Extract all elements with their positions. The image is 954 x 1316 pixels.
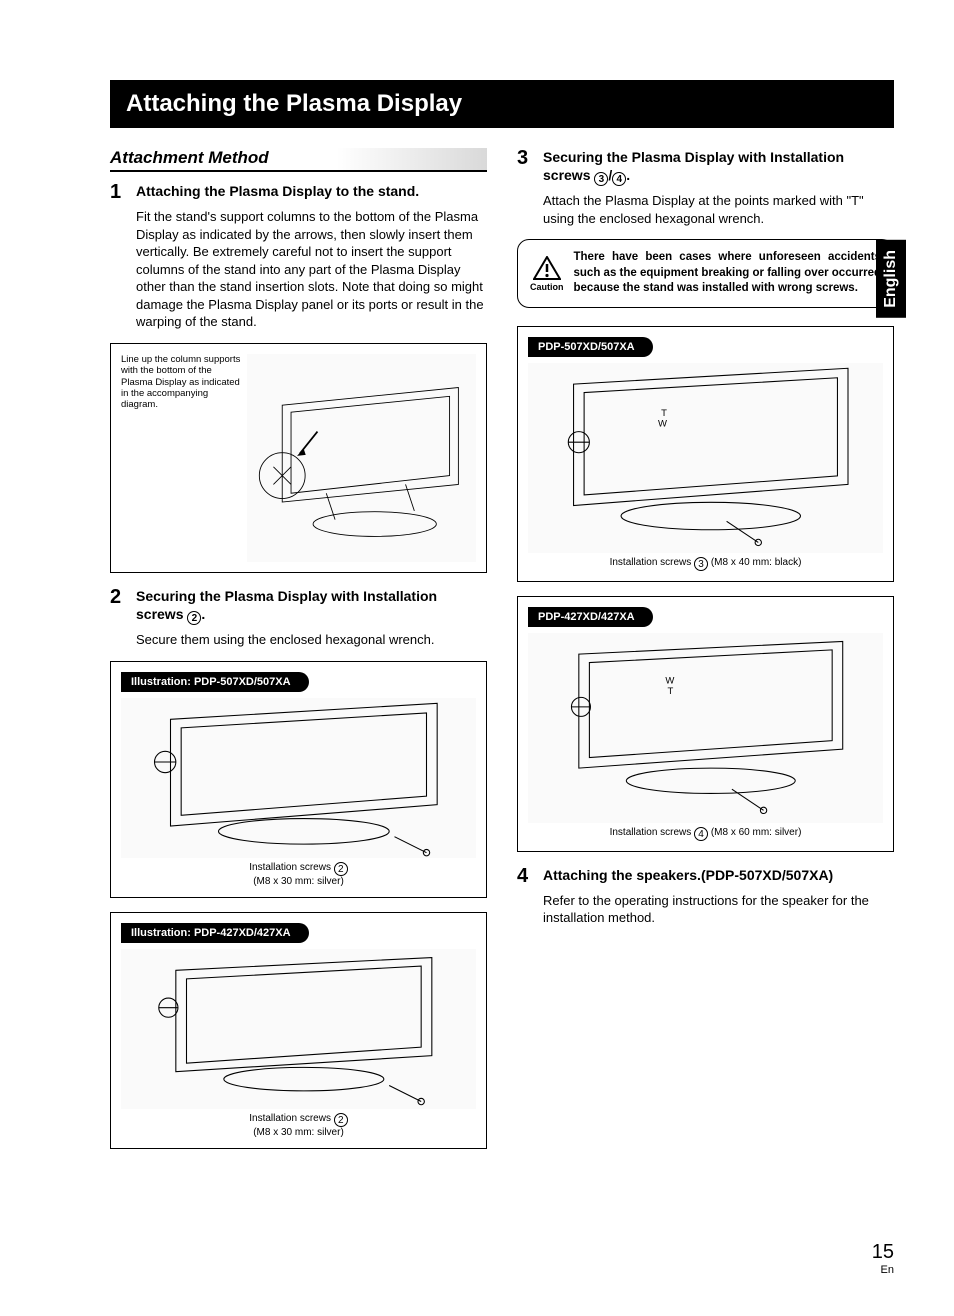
step-1-number: 1 (110, 182, 128, 202)
right-column: 3 Securing the Plasma Display with Insta… (517, 148, 894, 1163)
step-3-figure-b-caption: Installation screws 4 (M8 x 60 mm: silve… (528, 827, 883, 841)
step-3-figure-a: PDP-507XD/507XA T W (517, 326, 894, 582)
step-3-body: Attach the Plasma Display at the points … (543, 192, 894, 227)
step-3-figure-a-tag: PDP-507XD/507XA (528, 337, 653, 357)
step-4-title: Attaching the speakers.(PDP-507XD/507XA) (543, 866, 833, 886)
securing-507-diagram-icon (121, 698, 476, 858)
step-2-title: Securing the Plasma Display with Install… (136, 587, 487, 625)
step-1-header: 1 Attaching the Plasma Display to the st… (110, 182, 487, 202)
step-3-figure-b: PDP-427XD/427XA W T (517, 596, 894, 852)
page-number-value: 15 (872, 1241, 894, 1264)
step-4-number: 4 (517, 866, 535, 886)
caution-box: Caution There have been cases where unfo… (517, 239, 894, 308)
page-number: 15 En (872, 1241, 894, 1276)
step-3-number: 3 (517, 148, 535, 186)
left-column: Attachment Method 1 Attaching the Plasma… (110, 148, 487, 1163)
step-2-number: 2 (110, 587, 128, 625)
step-2-figure-a-tag: Illustration: PDP-507XD/507XA (121, 672, 309, 692)
step-1-title: Attaching the Plasma Display to the stan… (136, 182, 419, 202)
caution-text: There have been cases where unforeseen a… (574, 250, 882, 297)
step-1-diagram (247, 354, 476, 562)
page-number-lang: En (872, 1264, 894, 1276)
step-2-figure-a: Illustration: PDP-507XD/507XA Installati (110, 661, 487, 898)
svg-text:W: W (658, 418, 667, 429)
securing-427-diagram-icon (121, 949, 476, 1109)
install-427-diagram-icon: W T (528, 633, 883, 823)
svg-text:W: W (665, 675, 674, 686)
step-2-figure-b-caption: Installation screws 2 (M8 x 30 mm: silve… (121, 1113, 476, 1138)
step-3-figure-b-tag: PDP-427XD/427XA (528, 607, 653, 627)
page-title-bar: Attaching the Plasma Display (110, 80, 894, 128)
step-1-figure: Line up the column supports with the bot… (110, 343, 487, 573)
step-2-body: Secure them using the enclosed hexagonal… (136, 631, 487, 649)
svg-text:T: T (668, 686, 674, 697)
step-3-diagram-a: T W (528, 363, 883, 553)
step-2-figure-b-tag: Illustration: PDP-427XD/427XA (121, 923, 309, 943)
plasma-stand-diagram-icon (247, 354, 476, 562)
step-3-header: 3 Securing the Plasma Display with Insta… (517, 148, 894, 186)
step-3-diagram-b: W T (528, 633, 883, 823)
step-2-diagram-b (121, 949, 476, 1109)
step-2-header: 2 Securing the Plasma Display with Insta… (110, 587, 487, 625)
language-tab: English (876, 240, 906, 318)
page-title: Attaching the Plasma Display (126, 90, 462, 117)
step-3-figure-a-caption: Installation screws 3 (M8 x 40 mm: black… (528, 557, 883, 571)
svg-text:T: T (661, 408, 667, 419)
install-507-diagram-icon: T W (528, 363, 883, 553)
step-4-header: 4 Attaching the speakers.(PDP-507XD/507X… (517, 866, 894, 886)
step-2-figure-b: Illustration: PDP-427XD/427XA Installati (110, 912, 487, 1149)
step-2-diagram-a (121, 698, 476, 858)
step-1-body: Fit the stand's support columns to the b… (136, 208, 487, 331)
content-columns: Attachment Method 1 Attaching the Plasma… (110, 148, 894, 1163)
step-4-body: Refer to the operating instructions for … (543, 892, 894, 927)
step-1-figure-note: Line up the column supports with the bot… (121, 354, 241, 562)
warning-triangle-icon (533, 256, 561, 280)
step-2-figure-a-caption: Installation screws 2 (M8 x 30 mm: silve… (121, 862, 476, 887)
step-3-title: Securing the Plasma Display with Install… (543, 148, 894, 186)
section-heading: Attachment Method (110, 148, 487, 172)
caution-icon: Caution (530, 256, 564, 292)
